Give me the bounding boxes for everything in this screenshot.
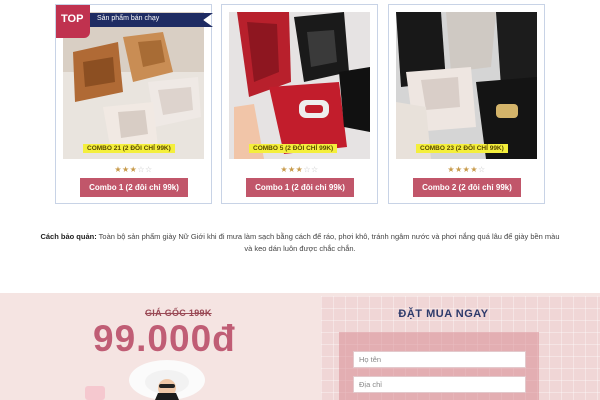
top-badge-label: TOP: [61, 13, 84, 25]
product-image[interactable]: COMBO 5 (2 ĐÔI CHỈ 99K): [229, 12, 370, 159]
star-icon: ★★★★: [447, 165, 478, 174]
care-text: Toàn bộ sản phẩm giày Nữ Giới khi đi mưa…: [96, 232, 560, 253]
star-empty-icon: ☆☆: [137, 165, 153, 174]
original-price: GIÁ GỐC 199K: [145, 308, 212, 318]
product-caption: COMBO 5 (2 ĐÔI CHỈ 99K): [249, 144, 338, 153]
top-badge: TOP: [56, 5, 90, 38]
rating-stars: ★★★★☆: [389, 165, 544, 174]
name-field[interactable]: [353, 351, 526, 368]
order-form: ĐẶT MUA NGAY: [321, 296, 600, 400]
model-illustration: [85, 360, 205, 400]
combo-button[interactable]: Combo 2 (2 đôi chỉ 99k): [413, 178, 521, 197]
product-caption: COMBO 21 (2 ĐÔI CHỈ 99K): [83, 144, 175, 153]
product-grid: COMBO 21 (2 ĐÔI CHỈ 99K) TOP Sản phẩm bá…: [55, 4, 545, 204]
care-instructions: Cách bảo quản: Toàn bộ sản phẩm giày Nữ …: [40, 231, 560, 255]
star-empty-icon: ☆: [478, 165, 486, 174]
care-label: Cách bảo quản:: [40, 232, 97, 241]
rating-stars: ★★★☆☆: [222, 165, 377, 174]
sale-price: 99.000đ: [93, 318, 236, 359]
combo-button[interactable]: Combo 1 (2 đôi chỉ 99k): [246, 178, 354, 197]
combo-button[interactable]: Combo 1 (2 đôi chỉ 99k): [80, 178, 188, 197]
product-caption: COMBO 23 (2 ĐÔI CHỈ 99K): [416, 144, 508, 153]
rating-stars: ★★★☆☆: [56, 165, 211, 174]
star-icon: ★★★: [280, 165, 304, 174]
product-card[interactable]: COMBO 5 (2 ĐÔI CHỈ 99K) ★★★☆☆ Combo 1 (2…: [221, 4, 378, 204]
star-empty-icon: ☆☆: [303, 165, 319, 174]
star-icon: ★★★: [114, 165, 138, 174]
order-form-title: ĐẶT MUA NGAY: [398, 308, 489, 320]
best-seller-banner: Sản phẩm bán chạy: [90, 13, 213, 27]
product-image[interactable]: COMBO 23 (2 ĐÔI CHỈ 99K): [396, 12, 537, 159]
product-card[interactable]: COMBO 23 (2 ĐÔI CHỈ 99K) ★★★★☆ Combo 2 (…: [388, 4, 545, 204]
address-field[interactable]: [353, 376, 526, 393]
product-card[interactable]: COMBO 21 (2 ĐÔI CHỈ 99K) TOP Sản phẩm bá…: [55, 4, 213, 204]
best-seller-label: Sản phẩm bán chạy: [97, 15, 160, 22]
